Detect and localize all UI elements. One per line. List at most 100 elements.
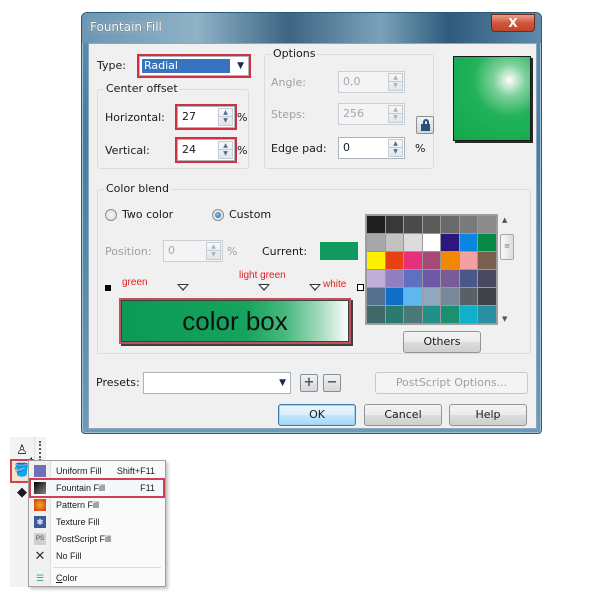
menu-item-texture-fill[interactable]: ✱ Texture Fill <box>31 514 163 530</box>
edge-pad-field[interactable]: 0 ▲ ▼ <box>338 137 405 159</box>
horizontal-up-arrow[interactable]: ▲ <box>219 109 232 117</box>
palette-swatch[interactable] <box>441 234 459 251</box>
palette-swatch[interactable] <box>404 306 422 323</box>
radio-on-icon <box>212 208 224 221</box>
palette-swatch[interactable] <box>478 252 496 269</box>
palette-swatch[interactable] <box>441 288 459 305</box>
palette-swatch[interactable] <box>385 306 404 323</box>
remove-preset-button[interactable]: − <box>323 374 341 392</box>
angle-label: Angle: <box>271 76 307 89</box>
palette-swatch[interactable] <box>367 270 385 287</box>
type-select[interactable]: Radial ▼ <box>137 54 251 78</box>
palette-swatch[interactable] <box>459 216 478 233</box>
palette-swatch[interactable] <box>441 216 459 233</box>
ok-button[interactable]: OK <box>278 404 356 426</box>
palette-swatch[interactable] <box>422 306 441 323</box>
others-button[interactable]: Others <box>403 331 481 353</box>
steps-up-arrow: ▲ <box>389 106 402 114</box>
gradient-node-marker[interactable] <box>177 284 189 291</box>
custom-radio[interactable]: Custom <box>212 208 271 221</box>
palette-swatch[interactable] <box>459 270 478 287</box>
palette-swatch[interactable] <box>404 270 422 287</box>
gradient-node-marker[interactable] <box>309 284 321 291</box>
palette-swatch[interactable] <box>404 288 422 305</box>
horizontal-offset-field[interactable]: 27 ▲ ▼ <box>175 104 237 130</box>
scroll-thumb[interactable]: ≡ <box>500 234 514 260</box>
palette-swatch[interactable] <box>385 234 404 251</box>
no-fill-icon: ✕ <box>34 548 46 563</box>
horizontal-offset-value: 27 <box>182 110 196 123</box>
gradient-start-marker[interactable] <box>105 285 111 291</box>
menu-item-color[interactable]: ☰ Color <box>31 570 163 586</box>
outline-tool-icon[interactable]: ♙ <box>12 441 32 461</box>
palette-scrollbar[interactable]: ▲ ≡ ▼ <box>500 214 514 325</box>
two-color-radio[interactable]: Two color <box>105 208 173 221</box>
vertical-offset-field[interactable]: 24 ▲ ▼ <box>175 137 237 163</box>
annotation-green: green <box>122 277 148 288</box>
palette-swatch[interactable] <box>422 216 441 233</box>
menu-item-uniform-fill[interactable]: Uniform Fill Shift+F11 <box>31 463 163 479</box>
palette-swatch[interactable] <box>385 252 404 269</box>
presets-select[interactable]: ▼ <box>143 372 291 394</box>
edge-pad-down-arrow[interactable]: ▼ <box>389 148 402 156</box>
palette-swatch[interactable] <box>367 234 385 251</box>
palette-swatch[interactable] <box>478 306 496 323</box>
palette-swatch[interactable] <box>441 306 459 323</box>
menu-item-no-fill[interactable]: ✕ No Fill <box>31 548 163 564</box>
add-preset-button[interactable]: + <box>300 374 318 392</box>
palette-swatch[interactable] <box>404 216 422 233</box>
palette-swatch[interactable] <box>459 288 478 305</box>
palette-swatch[interactable] <box>422 252 441 269</box>
gradient-node-marker[interactable] <box>258 284 270 291</box>
horizontal-down-arrow[interactable]: ▼ <box>219 117 232 125</box>
vertical-down-arrow[interactable]: ▼ <box>219 150 232 158</box>
palette-swatch[interactable] <box>385 270 404 287</box>
palette-swatch[interactable] <box>404 252 422 269</box>
current-color-swatch[interactable] <box>320 242 358 260</box>
palette-swatch[interactable] <box>422 270 441 287</box>
palette-swatch[interactable] <box>459 252 478 269</box>
palette-swatch[interactable] <box>422 288 441 305</box>
center-offset-label: Center offset <box>104 82 180 95</box>
scroll-down-icon[interactable]: ▼ <box>502 315 507 323</box>
palette-swatch[interactable] <box>385 216 404 233</box>
steps-label: Steps: <box>271 108 306 121</box>
vertical-up-arrow[interactable]: ▲ <box>219 142 232 150</box>
help-button[interactable]: Help <box>449 404 527 426</box>
palette-swatch[interactable] <box>478 216 496 233</box>
palette-swatch[interactable] <box>459 306 478 323</box>
gradient-end-marker[interactable] <box>357 284 364 291</box>
palette-swatch[interactable] <box>385 288 404 305</box>
palette-swatch[interactable] <box>478 270 496 287</box>
postscript-fill-icon: PS <box>34 533 46 545</box>
pattern-fill-icon <box>34 499 46 511</box>
close-button[interactable]: X <box>491 14 535 32</box>
menu-item-fountain-fill[interactable]: Fountain Fill F11 <box>29 478 165 498</box>
color-blend-label: Color blend <box>104 182 171 195</box>
scroll-up-icon[interactable]: ▲ <box>502 216 507 224</box>
color-blend-strip[interactable]: color box <box>119 298 351 344</box>
position-label: Position: <box>105 245 152 258</box>
palette-swatch[interactable] <box>367 252 385 269</box>
edge-pad-up-arrow[interactable]: ▲ <box>389 140 402 148</box>
steps-lock-button[interactable] <box>416 116 434 134</box>
palette-swatch[interactable] <box>478 234 496 251</box>
horizontal-label: Horizontal: <box>105 111 165 124</box>
palette-swatch[interactable] <box>441 270 459 287</box>
palette-swatch[interactable] <box>459 234 478 251</box>
menu-item-postscript-fill[interactable]: PS PostScript Fill <box>31 531 163 547</box>
palette-swatch[interactable] <box>422 234 441 251</box>
palette-swatch[interactable] <box>367 216 385 233</box>
title-bar[interactable]: Fountain Fill X <box>82 13 541 43</box>
menu-item-pattern-fill[interactable]: Pattern Fill <box>31 497 163 513</box>
palette-swatch[interactable] <box>478 288 496 305</box>
palette-swatch[interactable] <box>367 306 385 323</box>
annotation-light-green: light green <box>239 270 286 281</box>
steps-field: 256 ▲ ▼ <box>338 103 405 125</box>
cancel-button[interactable]: Cancel <box>364 404 442 426</box>
position-field: 0 ▲ ▼ <box>163 240 223 262</box>
vertical-unit: % <box>237 144 248 157</box>
palette-swatch[interactable] <box>367 288 385 305</box>
palette-swatch[interactable] <box>441 252 459 269</box>
palette-swatch[interactable] <box>404 234 422 251</box>
